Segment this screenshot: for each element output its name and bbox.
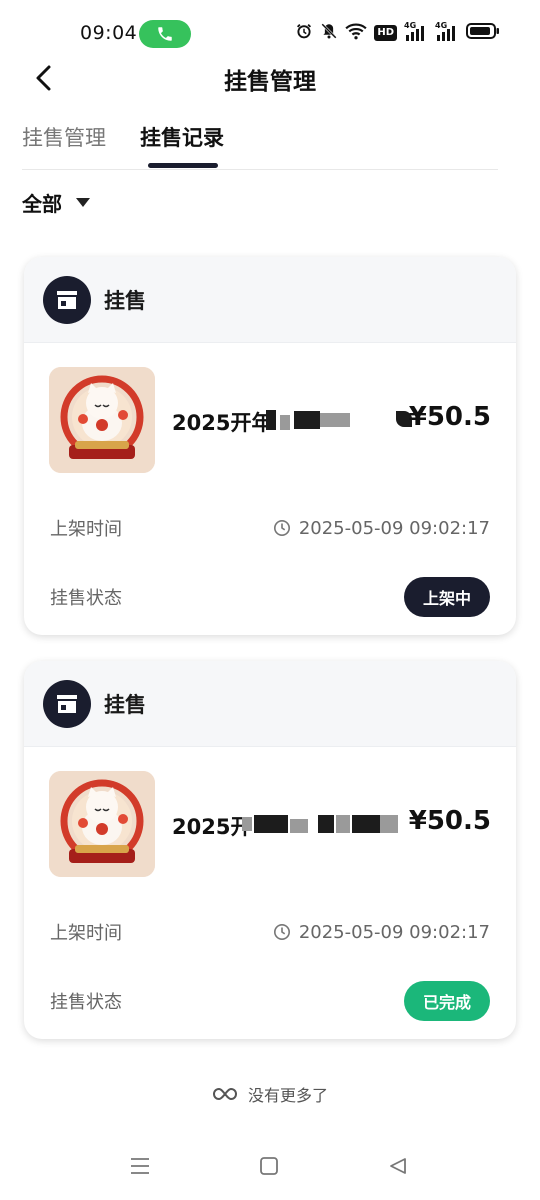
menu-icon xyxy=(131,1158,149,1174)
tab-bar: 挂售管理 挂售记录 xyxy=(22,122,498,170)
home-button[interactable] xyxy=(257,1154,281,1178)
record-card[interactable]: 挂售 2025开年 ¥50.5 上架时间 2025-05-09 09:02:17… xyxy=(24,257,516,635)
status-badge: 已完成 xyxy=(403,981,490,1021)
listing-time-value: 2025-05-09 09:02:17 xyxy=(298,921,490,943)
product-price: ¥50.5 xyxy=(408,402,491,432)
wifi-icon xyxy=(345,22,367,44)
listing-status-row: 挂售状态 已完成 xyxy=(50,981,490,1021)
home-icon xyxy=(260,1157,278,1175)
clock-icon xyxy=(273,923,290,941)
product-thumbnail xyxy=(49,771,155,877)
hd-icon: HD xyxy=(374,25,397,41)
infinity-icon xyxy=(212,1087,237,1101)
listing-status-label: 挂售状态 xyxy=(50,992,122,1013)
tab-listing-records[interactable]: 挂售记录 xyxy=(140,122,224,152)
listing-time-label: 上架时间 xyxy=(50,923,122,944)
redacted-text xyxy=(290,819,308,833)
redacted-text xyxy=(336,815,350,833)
listing-time-row: 上架时间 2025-05-09 09:02:17 xyxy=(50,917,490,947)
tab-listing-management[interactable]: 挂售管理 xyxy=(22,122,106,152)
phone-icon xyxy=(158,27,172,41)
no-more-indicator: 没有更多了 xyxy=(0,1082,540,1106)
redacted-text xyxy=(294,411,320,429)
redacted-text xyxy=(266,410,276,430)
card-header: 挂售 xyxy=(24,661,516,747)
signal-4g-icon: 4G xyxy=(404,21,428,42)
listing-status-label: 挂售状态 xyxy=(50,588,122,609)
redacted-text xyxy=(280,415,290,430)
status-icons: HD 4G 4G xyxy=(295,21,500,44)
system-nav-bar xyxy=(0,1146,540,1186)
redacted-text xyxy=(352,815,380,833)
status-time: 09:04 xyxy=(80,22,138,44)
page-title: 挂售管理 xyxy=(224,69,316,95)
listing-time-label: 上架时间 xyxy=(50,519,122,540)
caret-down-icon xyxy=(76,198,90,207)
listing-time-group: 2025-05-09 09:02:17 xyxy=(273,922,490,943)
listing-status-row: 挂售状态 上架中 xyxy=(50,577,490,617)
menu-button[interactable] xyxy=(128,1154,152,1178)
filter-dropdown[interactable]: 全部 xyxy=(22,188,90,217)
filter-label: 全部 xyxy=(22,192,62,216)
product-row: 2025开年 ¥50.5 xyxy=(24,367,516,473)
redacted-text xyxy=(380,815,398,833)
clock-icon xyxy=(273,519,290,537)
redacted-text xyxy=(320,413,350,427)
product-price: ¥50.5 xyxy=(408,806,491,836)
listing-time-value: 2025-05-09 09:02:17 xyxy=(298,517,490,539)
back-triangle-icon xyxy=(390,1158,406,1174)
back-nav-button[interactable] xyxy=(386,1154,410,1178)
product-name: 2025开 xyxy=(172,815,252,839)
no-more-text: 没有更多了 xyxy=(247,1086,328,1105)
listing-time-row: 上架时间 2025-05-09 09:02:17 xyxy=(50,513,490,543)
card-header: 挂售 xyxy=(24,257,516,343)
product-name: 2025开年 xyxy=(172,411,273,435)
redacted-text xyxy=(254,815,288,833)
battery-icon xyxy=(466,22,500,44)
section-label: 挂售 xyxy=(104,288,146,313)
store-icon xyxy=(43,275,91,324)
ongoing-call-pill[interactable] xyxy=(139,20,191,48)
mute-icon xyxy=(320,22,338,44)
product-row: 2025开 ¥50.5 xyxy=(24,771,516,877)
status-bar: 09:04 HD 4G 4G xyxy=(0,0,540,68)
signal-4g-icon-2: 4G xyxy=(435,21,459,42)
listing-time-group: 2025-05-09 09:02:17 xyxy=(273,518,490,539)
redacted-text xyxy=(242,817,252,831)
status-badge: 上架中 xyxy=(403,577,490,617)
product-thumbnail xyxy=(49,367,155,473)
section-label: 挂售 xyxy=(104,692,146,717)
alarm-icon xyxy=(295,22,313,44)
record-card[interactable]: 挂售 2025开 ¥50.5 上架时间 2025-05-09 09:02:17 … xyxy=(24,661,516,1039)
redacted-text xyxy=(318,815,334,833)
active-tab-indicator xyxy=(148,163,218,168)
store-icon xyxy=(43,679,91,728)
